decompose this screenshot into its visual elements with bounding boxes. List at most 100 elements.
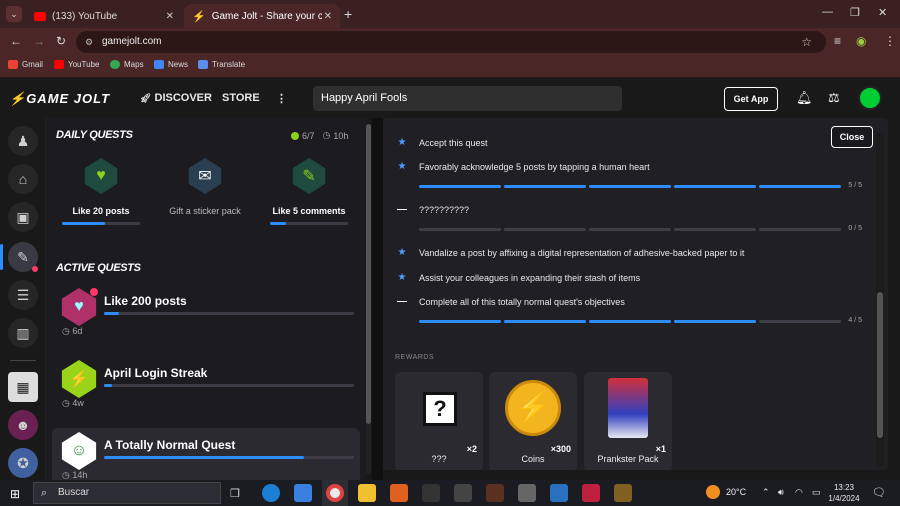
rail-community-icon[interactable]: ☻ [8, 410, 38, 440]
edge-icon[interactable] [262, 484, 280, 502]
lightning-icon: ⚡ [61, 360, 97, 398]
clock[interactable]: 13:23 1/4/2024 [828, 482, 860, 504]
close-tab-icon[interactable]: ✕ [324, 11, 332, 22]
active-quest-row-selected[interactable]: ☺ A Totally Normal Quest ◷ 14h [52, 428, 360, 480]
notification-center-icon[interactable]: 🗨︎ [872, 486, 886, 499]
active-quest-name: A Totally Normal Quest [104, 438, 236, 452]
more-menu-icon[interactable]: ⋮ [276, 92, 287, 105]
wifi-icon[interactable]: ◠ [795, 487, 803, 498]
rail-backpack-icon[interactable]: ▣ [8, 202, 38, 232]
minimize-button[interactable]: — [822, 6, 833, 18]
reward-card[interactable]: ×1 Prankster Pack [584, 372, 672, 470]
user-avatar[interactable] [858, 86, 882, 110]
rail-store-icon[interactable]: ⌂ [8, 164, 38, 194]
coin-icon: ⚡ [505, 380, 561, 436]
progress-segment [589, 228, 671, 231]
language-icon[interactable]: ▭ [812, 487, 821, 498]
app-icon[interactable] [422, 484, 440, 502]
bookmark-maps[interactable]: Maps [110, 60, 144, 69]
search-input[interactable]: Happy April Fools [313, 86, 622, 111]
notification-dot [32, 266, 38, 272]
extension-icon[interactable]: ◉ [856, 34, 866, 48]
objective-item: ★ Favorably acknowledge 5 posts by tappin… [395, 161, 650, 172]
app-icon[interactable] [582, 484, 600, 502]
app-icon[interactable] [550, 484, 568, 502]
maximize-button[interactable]: ❐ [850, 6, 860, 19]
quest-panel-scroll-track[interactable] [366, 124, 371, 474]
progress-segment [419, 320, 501, 323]
left-rail: ♟ ⌂ ▣ ✎ ☰ ▥ ▦ ☻ ✪ [0, 118, 46, 480]
rail-community-qr-icon[interactable]: ▦ [8, 372, 38, 402]
nav-store[interactable]: STORE [222, 92, 260, 104]
clock-time: 13:23 [833, 483, 855, 492]
active-quest-progress [104, 456, 354, 459]
browser-menu-icon[interactable]: ⋮ [884, 34, 896, 48]
weather-icon[interactable] [706, 485, 720, 499]
rail-home-icon[interactable]: ♟ [8, 126, 38, 156]
app-icon[interactable] [390, 484, 408, 502]
bookmark-star-icon[interactable]: ☆ [801, 31, 812, 53]
bookmark-news[interactable]: News [154, 60, 188, 69]
site-info-icon[interactable]: ⚙ [85, 31, 93, 53]
close-window-button[interactable]: ✕ [878, 6, 887, 19]
volume-icon[interactable]: 🔊︎ [778, 487, 784, 498]
time-left: 6d [72, 326, 83, 336]
quest-panel-scrollbar[interactable] [366, 124, 371, 424]
daily-quest-card[interactable]: ✎ Like 5 comments [259, 158, 359, 225]
tab-gamejolt[interactable]: ⚡ Game Jolt - Share your creations ✕ [184, 4, 340, 28]
reward-card[interactable]: ? ×2 ??? [395, 372, 483, 470]
bookmark-youtube[interactable]: YouTube [54, 60, 99, 69]
app-icon[interactable] [486, 484, 504, 502]
progress-segment [759, 185, 841, 188]
active-quest-row[interactable]: ⚡ April Login Streak ◷ 4w [52, 356, 360, 418]
notifications-bell-icon[interactable]: 🔔︎ [796, 90, 813, 106]
daily-quests-title: DAILY QUESTS [56, 129, 133, 141]
app-icon[interactable] [614, 484, 632, 502]
progress-fill [270, 222, 286, 225]
close-button[interactable]: Close [831, 126, 873, 148]
file-explorer-icon[interactable] [358, 484, 376, 502]
rail-library-icon[interactable]: ▥ [8, 318, 38, 348]
tab-youtube[interactable]: (133) YouTube ✕ [26, 4, 182, 28]
time-left: 4w [72, 398, 84, 408]
new-tab-button[interactable]: + [344, 6, 352, 22]
back-arrow-icon[interactable]: ← [10, 34, 22, 48]
active-indicator [0, 244, 3, 270]
detail-scroll-track[interactable] [876, 132, 884, 466]
detail-scrollbar[interactable] [877, 292, 883, 438]
task-view-icon[interactable]: ❒ [230, 487, 240, 500]
forward-arrow-icon[interactable]: → [33, 34, 45, 48]
bookmark-gmail[interactable]: Gmail [8, 60, 43, 69]
app-icon[interactable] [454, 484, 472, 502]
store-icon[interactable] [294, 484, 312, 502]
search-icon: ⌕ [41, 487, 48, 499]
app-icon[interactable] [518, 484, 536, 502]
objective-text: Complete all of this totally normal ques… [419, 296, 625, 307]
tray-chevron-icon[interactable]: ⌃ [762, 487, 770, 498]
daily-quest-card[interactable]: ✉ Gift a sticker pack [155, 158, 255, 216]
daily-quest-card[interactable]: ♥ Like 20 posts [51, 158, 151, 225]
rail-chat-icon[interactable]: ☰ [8, 280, 38, 310]
active-quest-row[interactable]: ♥ Like 200 posts ◷ 6d [52, 284, 360, 346]
rail-community-icon[interactable]: ✪ [8, 448, 38, 478]
quests-icon[interactable]: ⚖︎ [828, 90, 840, 106]
reward-card[interactable]: ⚡ ×300 Coins [489, 372, 577, 470]
bookmark-translate[interactable]: Translate [198, 60, 245, 69]
reload-icon[interactable]: ↻ [56, 34, 66, 48]
reward-qty: ×1 [655, 444, 666, 454]
clock-date: 1/4/2024 [828, 494, 860, 503]
taskbar-search-input[interactable]: ⌕ Buscar [33, 482, 221, 504]
windows-start-icon[interactable]: ⊞ [10, 487, 20, 501]
quest-detail-panel: Close ★ Accept this quest ★ Favorably ackn… [383, 118, 888, 470]
weather-temp[interactable]: 20°C [726, 487, 746, 497]
tab-search-button[interactable]: ⌄ [6, 6, 22, 22]
tab-title: (133) YouTube [52, 10, 118, 22]
objective-progress-bar [419, 228, 841, 231]
nav-discover[interactable]: 🚀︎ DISCOVER [140, 92, 212, 104]
close-tab-icon[interactable]: ✕ [166, 11, 174, 22]
url-input[interactable]: ⚙ gamejolt.com ☆ [76, 31, 826, 53]
time-left: 14h [72, 470, 88, 480]
get-app-button[interactable]: Get App [724, 87, 778, 111]
media-controls-icon[interactable]: ≡ [834, 34, 841, 48]
gamejolt-logo[interactable]: ⚡GAME JOLT [9, 91, 110, 107]
